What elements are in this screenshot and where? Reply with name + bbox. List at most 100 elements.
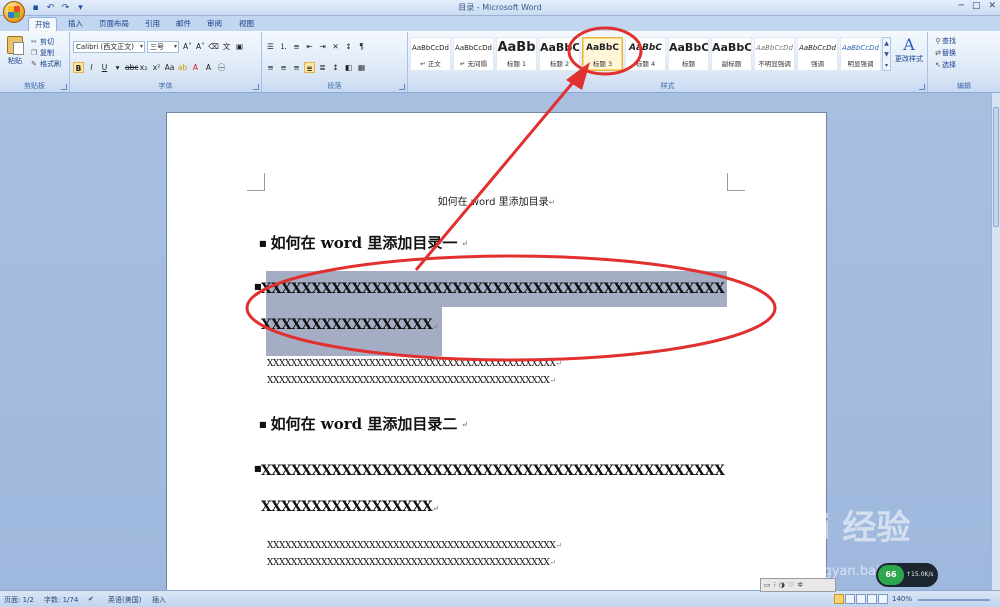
highlight-icon[interactable]: ab (177, 62, 188, 73)
underline-menu-icon[interactable]: ▾ (112, 62, 123, 73)
subscript-icon[interactable]: x₂ (138, 62, 149, 73)
styles-dialog-launcher[interactable] (919, 84, 925, 90)
underline-icon[interactable]: U (99, 62, 110, 73)
body-a-line2[interactable]: XXXXXXXXXXXXXXXXXXXXXXXXXXXXXXXXXXXXXXXX… (267, 376, 556, 386)
bullets-icon[interactable]: ☰ (265, 41, 276, 52)
style-heading-1[interactable]: AaBb 标题 1 (496, 37, 537, 71)
draft-icon[interactable] (878, 594, 888, 604)
settings-icon[interactable]: ✲ (797, 581, 803, 589)
bold-icon[interactable]: B (73, 62, 84, 73)
style-emphasis[interactable]: AaBbCcDd 强调 (797, 37, 838, 71)
maximize-icon[interactable]: □ (972, 1, 981, 11)
border-icon[interactable]: ▦ (356, 62, 367, 73)
clear-format-icon[interactable]: ⌫ (208, 41, 219, 52)
office-button[interactable] (3, 1, 25, 23)
minimize-icon[interactable]: ─ (959, 1, 964, 11)
char-shading-icon[interactable]: A (203, 62, 214, 73)
phonetic-icon[interactable]: 文 (221, 41, 232, 52)
input-mode-icon[interactable]: ▭ (764, 581, 771, 589)
find-button[interactable]: ⚲查找 (934, 36, 956, 48)
vertical-scrollbar[interactable] (991, 93, 1000, 590)
numbering-icon[interactable]: ⒈ (278, 41, 289, 52)
style-title[interactable]: AaBbC 标题 (668, 37, 709, 71)
zoom-level[interactable]: 140% (892, 595, 912, 603)
print-layout-icon[interactable] (834, 594, 844, 604)
shading-icon[interactable]: ◧ (343, 62, 354, 73)
clipboard-dialog-launcher[interactable] (61, 84, 67, 90)
close-icon[interactable]: ✕ (988, 1, 996, 11)
copy-button[interactable]: ❐ 复制 (30, 47, 61, 58)
heading-1-a[interactable]: ■ 如何在 word 里添加目录一 ↵ (259, 232, 468, 253)
font-color-icon[interactable]: A (190, 62, 201, 73)
spell-check-icon[interactable]: ✔ (88, 595, 94, 603)
decrease-indent-icon[interactable]: ⇤ (304, 41, 315, 52)
line-spacing-icon[interactable]: ↕ (330, 62, 341, 73)
document-page[interactable]: 如何在 word 里添加目录↵ ■ 如何在 word 里添加目录一 ↵ ■ XXXXX… (166, 112, 827, 590)
chevron-up-icon[interactable]: ▲ (883, 38, 890, 49)
distributed-icon[interactable]: ≣ (317, 62, 328, 73)
tab-review[interactable]: 审阅 (201, 17, 228, 31)
chevron-down-icon[interactable]: ▼ (883, 49, 890, 60)
tab-mailings[interactable]: 邮件 (170, 17, 197, 31)
chinese-layout-icon[interactable]: ✕ (330, 41, 341, 52)
shrink-font-icon[interactable]: A˅ (195, 41, 206, 52)
status-words[interactable]: 字数: 1/74 (44, 595, 78, 605)
body-b-line2[interactable]: XXXXXXXXXXXXXXXXXXXXXXXXXXXXXXXXXXXXXXXX… (267, 558, 556, 568)
tab-page-layout[interactable]: 页面布局 (93, 17, 135, 31)
heading-1-b[interactable]: ■ 如何在 word 里添加目录二 ↵ (259, 413, 468, 434)
cut-button[interactable]: ✂ 剪切 (30, 36, 61, 47)
select-button[interactable]: ↖选择 (934, 60, 956, 72)
status-mode[interactable]: 插入 (152, 595, 166, 605)
strikethrough-icon[interactable]: abc (125, 62, 138, 73)
align-left-icon[interactable]: ≡ (265, 62, 276, 73)
italic-icon[interactable]: I (86, 62, 97, 73)
style-heading-4[interactable]: AaBbC 标题 4 (625, 37, 666, 71)
increase-indent-icon[interactable]: ⇥ (317, 41, 328, 52)
keyboard-icon[interactable]: ♡ (788, 581, 794, 589)
font-dialog-launcher[interactable] (253, 84, 259, 90)
style-intense-emphasis[interactable]: AaBbCcDd 明显强调 (840, 37, 881, 71)
tab-view[interactable]: 视图 (233, 17, 260, 31)
align-right-icon[interactable]: ≡ (291, 62, 302, 73)
show-marks-icon[interactable]: ¶ (356, 41, 367, 52)
paragraph-dialog-launcher[interactable] (399, 84, 405, 90)
align-center-icon[interactable]: ≡ (278, 62, 289, 73)
status-page[interactable]: 页面: 1/2 (4, 595, 34, 605)
style-normal[interactable]: AaBbCcDd ↵ 正文 (410, 37, 451, 71)
justify-icon[interactable]: ≡ (304, 62, 315, 73)
char-border-icon[interactable]: ▣ (234, 41, 245, 52)
punctuation-icon[interactable]: ⁝ (774, 581, 776, 589)
fullwidth-icon[interactable]: ◑ (779, 581, 785, 589)
tab-home[interactable]: 开始 (28, 17, 57, 31)
tab-references[interactable]: 引用 (139, 17, 166, 31)
zoom-slider[interactable] (918, 599, 990, 601)
more-icon[interactable]: ▾ (883, 60, 890, 71)
style-no-spacing[interactable]: AaBbCcDd ↵ 无间隔 (453, 37, 494, 71)
replace-button[interactable]: ⇄替换 (934, 48, 956, 60)
paste-button[interactable]: 粘贴 (4, 36, 26, 66)
full-screen-reading-icon[interactable] (845, 594, 855, 604)
font-name-combo[interactable]: Calibri (西文正文) ▾ (73, 41, 145, 53)
change-styles-button[interactable]: A 更改样式 (894, 36, 924, 64)
heading-2-b-line1[interactable]: ■ XXXXXXXXXXXXXXXXXXXXXXXXXXXXXXXXXXXXXXX… (254, 463, 725, 479)
heading-2-a-line1[interactable]: ■ XXXXXXXXXXXXXXXXXXXXXXXXXXXXXXXXXXXXXXX… (254, 281, 725, 297)
enclose-char-icon[interactable]: ㊀ (216, 62, 227, 73)
heading-2-b-line2[interactable]: XXXXXXXXXXXXXXXXX↵ (261, 499, 439, 515)
status-language[interactable]: 英语(美国) (108, 595, 141, 605)
sort-icon[interactable]: ↕ (343, 41, 354, 52)
body-b-line1[interactable]: XXXXXXXXXXXXXXXXXXXXXXXXXXXXXXXXXXXXXXXX… (267, 541, 562, 551)
grow-font-icon[interactable]: A˄ (182, 41, 193, 52)
change-case-icon[interactable]: Aa (164, 62, 175, 73)
style-subtle-emphasis[interactable]: AaBbCcDd 不明显强调 (754, 37, 795, 71)
multilevel-list-icon[interactable]: ≡ (291, 41, 302, 52)
tab-insert[interactable]: 插入 (62, 17, 89, 31)
style-heading-3[interactable]: AaBbC 标题 3 (582, 37, 623, 71)
outline-icon[interactable] (867, 594, 877, 604)
styles-gallery-scroll[interactable]: ▲ ▼ ▾ (882, 37, 891, 71)
format-painter-button[interactable]: ✎ 格式刷 (30, 58, 61, 69)
style-subtitle[interactable]: AaBbC 副标题 (711, 37, 752, 71)
style-heading-2[interactable]: AaBbC 标题 2 (539, 37, 580, 71)
heading-2-a-line2[interactable]: XXXXXXXXXXXXXXXXX↵ (261, 317, 439, 333)
font-size-combo[interactable]: 三号 ▾ (147, 41, 179, 53)
scrollbar-thumb[interactable] (993, 107, 999, 227)
